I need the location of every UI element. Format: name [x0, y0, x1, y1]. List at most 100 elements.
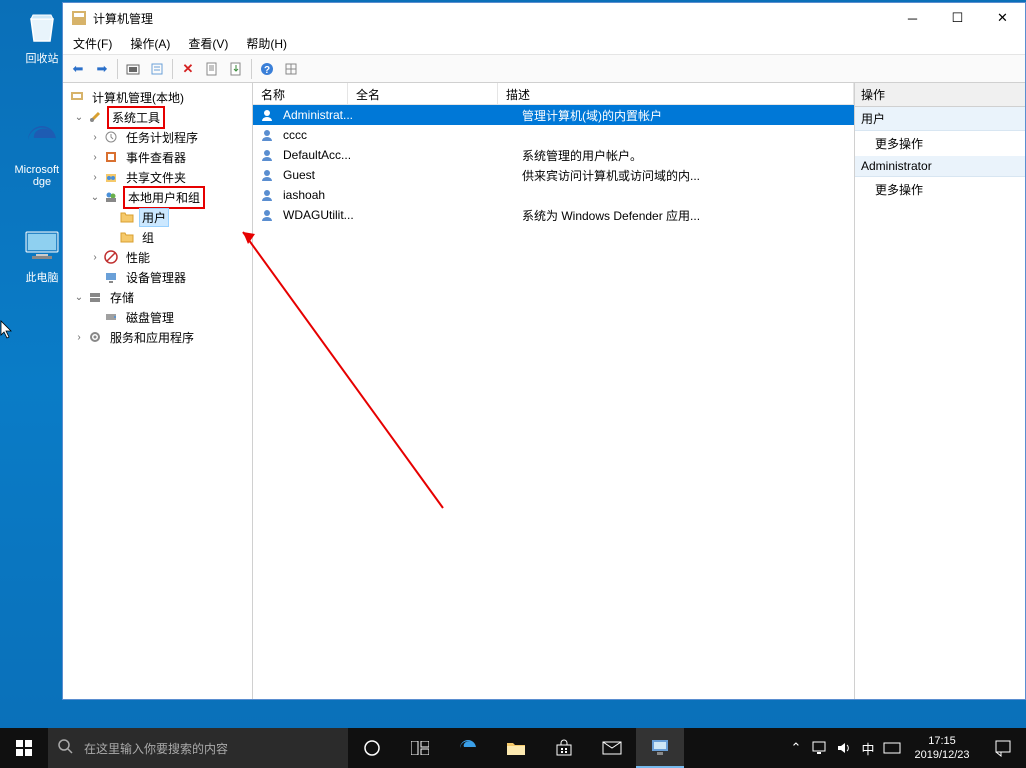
- cell-description: 系统为 Windows Defender 应用...: [514, 207, 854, 224]
- user-icon: [259, 207, 275, 223]
- users-groups-icon: [103, 189, 119, 205]
- system-tray: ⌃ 中 17:15 2019/12/23: [784, 728, 1026, 768]
- close-button[interactable]: ✕: [980, 3, 1025, 33]
- computer-icon: [69, 89, 85, 105]
- user-icon: [259, 147, 275, 163]
- collapse-icon[interactable]: ⌄: [73, 292, 85, 303]
- tray-chevron-icon[interactable]: ⌃: [784, 728, 808, 768]
- cell-name: DefaultAcc...: [275, 148, 364, 162]
- start-button[interactable]: [0, 728, 48, 768]
- tray-keyboard-icon[interactable]: [880, 728, 904, 768]
- maximize-button[interactable]: ☐: [935, 3, 980, 33]
- list-row[interactable]: Guest供来宾访问计算机或访问域的内...: [253, 165, 854, 185]
- menu-view[interactable]: 查看(V): [184, 33, 232, 54]
- grid-button[interactable]: [280, 58, 302, 80]
- tree-groups[interactable]: 组: [63, 227, 252, 247]
- tree-task-scheduler[interactable]: › 任务计划程序: [63, 127, 252, 147]
- tree-storage[interactable]: ⌄ 存储: [63, 287, 252, 307]
- menu-help[interactable]: 帮助(H): [242, 33, 291, 54]
- tree-shared-folders[interactable]: › 共享文件夹: [63, 167, 252, 187]
- refresh-button[interactable]: [201, 58, 223, 80]
- toolbar-separator: [117, 59, 118, 79]
- tree-disk-management[interactable]: 磁盘管理: [63, 307, 252, 327]
- collapse-icon[interactable]: ⌄: [73, 112, 85, 123]
- taskbar-taskview[interactable]: [396, 728, 444, 768]
- back-button[interactable]: ⬅: [67, 58, 89, 80]
- tree-performance[interactable]: › 性能: [63, 247, 252, 267]
- expand-icon[interactable]: ›: [89, 172, 101, 183]
- list-header: 名称 全名 描述: [253, 83, 854, 105]
- help-button[interactable]: ?: [256, 58, 278, 80]
- window-controls: ─ ☐ ✕: [890, 3, 1025, 33]
- forward-button[interactable]: ➡: [91, 58, 113, 80]
- action-more-admin[interactable]: 更多操作: [855, 177, 1025, 202]
- user-icon: [259, 187, 275, 203]
- tray-ime[interactable]: 中: [856, 728, 880, 768]
- tree-label: 磁盘管理: [123, 308, 177, 327]
- tree-system-tools[interactable]: ⌄ 系统工具: [63, 107, 252, 127]
- actions-header: 操作: [855, 83, 1025, 107]
- tree-event-viewer[interactable]: › 事件查看器: [63, 147, 252, 167]
- tree-label: 组: [139, 228, 157, 247]
- tree-label: 本地用户和组: [123, 186, 205, 209]
- event-viewer-icon: [103, 149, 119, 165]
- expand-icon[interactable]: ›: [89, 252, 101, 263]
- column-name[interactable]: 名称: [253, 83, 348, 104]
- taskbar-clock[interactable]: 17:15 2019/12/23: [904, 734, 980, 762]
- column-fullname[interactable]: 全名: [348, 83, 498, 104]
- menu-action[interactable]: 操作(A): [126, 33, 174, 54]
- app-icon: [71, 10, 87, 26]
- expand-icon[interactable]: ›: [89, 132, 101, 143]
- tree-label: 设备管理器: [123, 268, 189, 287]
- tray-network-icon[interactable]: [808, 728, 832, 768]
- taskbar-search[interactable]: 在这里输入你要搜索的内容: [48, 728, 348, 768]
- taskbar-mail[interactable]: [588, 728, 636, 768]
- menu-file[interactable]: 文件(F): [69, 33, 116, 54]
- this-pc-icon: [22, 225, 62, 265]
- titlebar[interactable]: 计算机管理 ─ ☐ ✕: [63, 3, 1025, 33]
- action-more-users[interactable]: 更多操作: [855, 131, 1025, 156]
- list-body[interactable]: Administrat...管理计算机(域)的内置帐户ccccDefaultAc…: [253, 105, 854, 699]
- taskbar-store[interactable]: [540, 728, 588, 768]
- list-row[interactable]: iashoah: [253, 185, 854, 205]
- tree-pane[interactable]: 计算机管理(本地) ⌄ 系统工具 › 任务计划程序 › 事件查看器 › 共享文件…: [63, 83, 253, 699]
- tree-label: 性能: [123, 248, 153, 267]
- tree-label: 共享文件夹: [123, 168, 189, 187]
- taskbar-edge[interactable]: [444, 728, 492, 768]
- export-button[interactable]: [225, 58, 247, 80]
- taskbar-explorer[interactable]: [492, 728, 540, 768]
- list-row[interactable]: cccc: [253, 125, 854, 145]
- user-icon: [259, 107, 275, 123]
- expand-icon[interactable]: ›: [73, 332, 85, 343]
- tree-root[interactable]: 计算机管理(本地): [63, 87, 252, 107]
- actions-pane: 操作 用户 更多操作 Administrator 更多操作: [855, 83, 1025, 699]
- properties-button[interactable]: [146, 58, 168, 80]
- tray-volume-icon[interactable]: [832, 728, 856, 768]
- toolbar: ⬅ ➡ ✕ ?: [63, 55, 1025, 83]
- tree-label: 用户: [139, 208, 169, 227]
- list-row[interactable]: WDAGUtilit...系统为 Windows Defender 应用...: [253, 205, 854, 225]
- tree-local-users-groups[interactable]: ⌄ 本地用户和组: [63, 187, 252, 207]
- tree-device-manager[interactable]: 设备管理器: [63, 267, 252, 287]
- taskbar-compmgmt[interactable]: [636, 728, 684, 768]
- delete-button[interactable]: ✕: [177, 58, 199, 80]
- tree-label: 存储: [107, 288, 137, 307]
- svg-text:?: ?: [264, 65, 270, 76]
- column-description[interactable]: 描述: [498, 83, 854, 104]
- expand-icon[interactable]: ›: [89, 152, 101, 163]
- cell-name: Guest: [275, 168, 364, 182]
- tree-label: 任务计划程序: [123, 128, 201, 147]
- list-row[interactable]: DefaultAcc...系统管理的用户帐户。: [253, 145, 854, 165]
- user-icon: [259, 167, 275, 183]
- collapse-icon[interactable]: ⌄: [89, 192, 101, 203]
- minimize-button[interactable]: ─: [890, 3, 935, 33]
- cell-description: 管理计算机(域)的内置帐户: [514, 107, 854, 124]
- notification-button[interactable]: [980, 728, 1026, 768]
- up-button[interactable]: [122, 58, 144, 80]
- list-row[interactable]: Administrat...管理计算机(域)的内置帐户: [253, 105, 854, 125]
- task-scheduler-icon: [103, 129, 119, 145]
- tree-users[interactable]: 用户: [63, 207, 252, 227]
- taskbar-cortana[interactable]: [348, 728, 396, 768]
- action-group-users: 用户: [855, 107, 1025, 131]
- tree-services-apps[interactable]: › 服务和应用程序: [63, 327, 252, 347]
